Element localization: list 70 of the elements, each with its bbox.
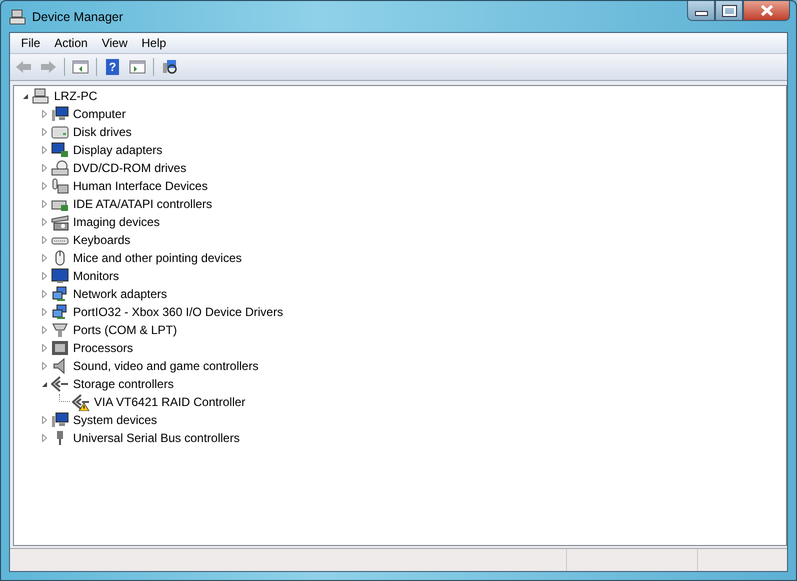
tree-item[interactable]: VIA VT6421 RAID Controller — [93, 395, 246, 409]
tree-item[interactable]: Processors — [72, 341, 134, 355]
tree-item[interactable]: Storage controllers — [72, 377, 175, 391]
port-connector-icon — [51, 322, 69, 338]
display-adapter-icon — [51, 142, 69, 158]
expand-arrow-icon[interactable] — [40, 326, 49, 334]
tree-item[interactable]: System devices — [72, 413, 158, 427]
monitor-icon — [51, 106, 69, 122]
expand-arrow-icon[interactable] — [40, 218, 49, 226]
tree-item[interactable]: Human Interface Devices — [72, 179, 209, 193]
expand-arrow-icon[interactable] — [40, 146, 49, 154]
tree-item[interactable]: IDE ATA/ATAPI controllers — [72, 197, 214, 211]
storage-controller-icon — [51, 376, 69, 392]
tree-item[interactable]: Ports (COM & LPT) — [72, 323, 178, 337]
processor-icon — [51, 340, 69, 356]
network-icon — [51, 304, 69, 320]
expand-arrow-icon[interactable] — [40, 272, 49, 280]
expand-arrow-icon[interactable] — [40, 236, 49, 244]
expand-arrow-icon[interactable] — [40, 308, 49, 316]
tree-item[interactable]: Universal Serial Bus controllers — [72, 431, 241, 445]
tree-item[interactable]: DVD/CD-ROM drives — [72, 161, 188, 175]
menu-item[interactable]: Action — [47, 36, 95, 50]
close-button[interactable] — [743, 1, 790, 21]
expand-arrow-icon[interactable] — [40, 290, 49, 298]
forward-arrow-icon — [40, 59, 57, 75]
device-manager-icon — [9, 8, 26, 24]
expand-arrow-icon[interactable] — [40, 182, 49, 190]
help-button[interactable]: ? — [101, 56, 124, 78]
collapse-arrow-icon[interactable] — [21, 92, 30, 100]
expand-arrow-icon[interactable] — [40, 344, 49, 352]
expand-arrow-icon[interactable] — [40, 362, 49, 370]
tree-item[interactable]: Computer — [72, 107, 127, 121]
tree-line — [59, 394, 70, 402]
tree-item[interactable]: Display adapters — [72, 143, 164, 157]
tree-item[interactable]: PortIO32 - Xbox 360 I/O Device Drivers — [72, 305, 284, 319]
computer-icon — [32, 88, 50, 104]
maximize-button[interactable] — [715, 1, 743, 21]
expand-arrow-icon[interactable] — [40, 416, 49, 424]
expand-arrow-icon[interactable] — [40, 254, 49, 262]
monitor-icon — [51, 268, 69, 284]
tree-item[interactable]: Imaging devices — [72, 215, 161, 229]
tree-item[interactable]: Mice and other pointing devices — [72, 251, 243, 265]
tree-item[interactable]: Monitors — [72, 269, 120, 283]
window-title: Device Manager — [32, 10, 124, 24]
monitor-icon — [51, 412, 69, 428]
disk-drive-icon — [51, 124, 69, 140]
scan-hardware-icon — [161, 59, 178, 75]
back-arrow-icon — [15, 59, 32, 75]
menu-item[interactable]: Help — [134, 36, 174, 50]
expand-arrow-icon[interactable] — [40, 200, 49, 208]
network-icon — [51, 286, 69, 302]
console-tree-icon — [72, 59, 89, 75]
tree-item[interactable]: Disk drives — [72, 125, 133, 139]
expand-arrow-icon[interactable] — [40, 434, 49, 442]
tree-item[interactable]: Network adapters — [72, 287, 168, 301]
expand-arrow-icon[interactable] — [40, 110, 49, 118]
close-icon — [760, 5, 774, 16]
tree-item[interactable]: LRZ-PC — [53, 89, 98, 103]
expand-arrow-icon[interactable] — [40, 164, 49, 172]
action-pane-icon — [129, 59, 146, 75]
minimize-button[interactable] — [687, 1, 715, 21]
menu-item[interactable]: File — [14, 36, 48, 50]
tree-item[interactable]: Keyboards — [72, 233, 132, 247]
expand-arrow-icon[interactable] — [40, 128, 49, 136]
scanner-icon — [51, 214, 69, 230]
collapse-arrow-icon[interactable] — [40, 380, 49, 388]
disc-drive-icon — [51, 160, 69, 176]
tree-item[interactable]: Sound, video and game controllers — [72, 359, 260, 373]
menu-item[interactable]: View — [94, 36, 134, 50]
input-device-icon — [51, 178, 69, 194]
